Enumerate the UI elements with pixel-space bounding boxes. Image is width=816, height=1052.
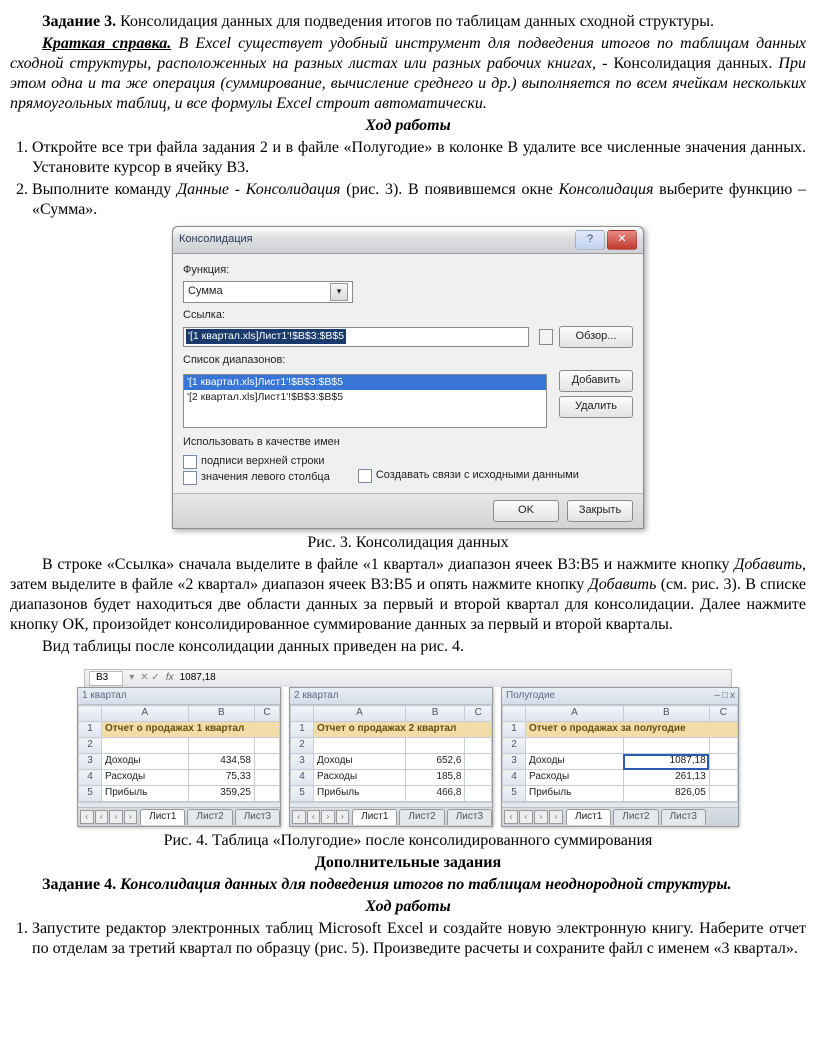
list-item[interactable]: '[1 квартал.xls]Лист1'!$B$3:$B$5 xyxy=(184,375,546,390)
dialog-titlebar: Консолидация ? ✕ xyxy=(173,227,643,254)
paragraph-3: В строке «Ссылка» сначала выделите в фай… xyxy=(10,555,806,635)
task3-title: Задание 3. Консолидация данных для подве… xyxy=(10,12,806,32)
range-list-label: Список диапазонов: xyxy=(183,354,633,368)
use-names-label: Использовать в качестве имен xyxy=(183,436,633,450)
extra-tasks-heading: Дополнительные задания xyxy=(10,853,806,873)
close-button[interactable]: ✕ xyxy=(607,230,637,250)
ok-button[interactable]: OK xyxy=(493,500,559,522)
task4-title: Задание 4. Консолидация данных для подве… xyxy=(10,875,806,895)
create-links-checkbox[interactable]: Создавать связи с исходными данными xyxy=(358,469,579,483)
left-col-checkbox[interactable]: значения левого столбца xyxy=(183,471,330,485)
brief-note: Краткая справка. В Excel существует удоб… xyxy=(10,34,806,114)
dialog-title: Консолидация xyxy=(179,233,573,247)
figure-3-caption: Рис. 3. Консолидация данных xyxy=(10,533,806,553)
chevron-down-icon: ▾ xyxy=(330,283,348,301)
step-1: Откройте все три файла задания 2 и в фай… xyxy=(32,138,806,178)
excel-panel-2: 2 кварталABC1Отчет о продажах 2 квартал2… xyxy=(289,687,493,827)
range-listbox[interactable]: '[1 квартал.xls]Лист1'!$B$3:$B$5 '[2 ква… xyxy=(183,374,547,428)
work-heading-2: Ход работы xyxy=(10,897,806,917)
function-select[interactable]: Сумма ▾ xyxy=(183,281,353,303)
paragraph-4: Вид таблицы после консолидации данных пр… xyxy=(10,637,806,657)
work-heading-1: Ход работы xyxy=(10,116,806,136)
step-2: Выполните команду Данные - Консолидация … xyxy=(32,180,806,220)
help-button[interactable]: ? xyxy=(575,230,605,250)
range-picker-icon[interactable] xyxy=(539,329,553,345)
reference-input[interactable]: '[1 квартал.xls]Лист1'!$B$3:$B$5 xyxy=(183,327,529,347)
excel-panel-1: 1 кварталABC1Отчет о продажах 1 квартал2… xyxy=(77,687,281,827)
fx-icon[interactable]: fx xyxy=(166,672,174,685)
top-row-checkbox[interactable]: подписи верхней строки xyxy=(183,455,330,469)
steps-list-1: Откройте все три файла задания 2 и в фай… xyxy=(32,138,806,220)
browse-button[interactable]: Обзор... xyxy=(559,326,633,348)
close-dialog-button[interactable]: Закрыть xyxy=(567,500,633,522)
excel-panel-3: Полугодие–□xABC1Отчет о продажах за полу… xyxy=(501,687,739,827)
steps-list-2: Запустите редактор электронных таблиц Mi… xyxy=(32,919,806,959)
formula-bar: B3 ▾ ✕ ✓ fx 1087,18 xyxy=(84,669,732,687)
figure-4-caption: Рис. 4. Таблица «Полугодие» после консол… xyxy=(10,831,806,851)
add-button[interactable]: Добавить xyxy=(559,370,633,392)
delete-button[interactable]: Удалить xyxy=(559,396,633,418)
name-box[interactable]: B3 xyxy=(89,671,123,686)
formula-value: 1087,18 xyxy=(180,672,216,685)
function-label: Функция: xyxy=(183,264,633,278)
consolidation-dialog: Консолидация ? ✕ Функция: Сумма ▾ Ссылка… xyxy=(172,226,644,529)
step-3: Запустите редактор электронных таблиц Mi… xyxy=(32,919,806,959)
reference-label: Ссылка: xyxy=(183,309,633,323)
list-item[interactable]: '[2 квартал.xls]Лист1'!$B$3:$B$5 xyxy=(184,390,546,405)
